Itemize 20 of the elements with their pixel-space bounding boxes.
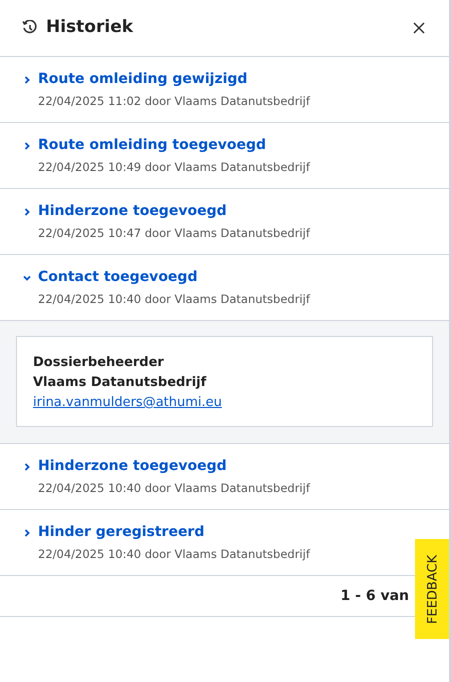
email-link[interactable]: irina.vanmulders@athumi.eu — [33, 393, 222, 413]
contact-role: Dossierbeheerder — [33, 354, 165, 372]
entry-title-link[interactable]: Contact toegevoegd — [38, 267, 198, 288]
entry-title-link[interactable]: Hinder geregistreerd — [38, 522, 204, 543]
entry-title-link[interactable]: Hinderzone toegevoegd — [38, 456, 227, 477]
entry-meta: 22/04/2025 10:40 door Vlaams Datanutsbedrijf — [37, 291, 312, 308]
panel-title: Historiek — [46, 16, 134, 40]
entry-title-link[interactable]: Route omleiding toegevoegd — [38, 135, 266, 156]
close-icon — [413, 22, 425, 34]
history-icon — [22, 20, 38, 36]
feedback-tab[interactable]: FEEDBACK — [415, 539, 449, 639]
entry-meta: 22/04/2025 10:49 door Vlaams Datanutsbedrijf — [37, 159, 312, 176]
entry-meta: 22/04/2025 11:02 door Vlaams Datanutsbedrijf — [37, 93, 312, 110]
pagination-text: 1 - 6 van — [340, 586, 409, 606]
entry-meta: 22/04/2025 10:40 door Vlaams Datanutsbedrijf — [37, 480, 312, 497]
contact-organisation: Vlaams Datanutsbedrijf — [33, 374, 208, 392]
entry-title-link[interactable]: Route omleiding gewijzigd — [38, 69, 248, 90]
entry-meta: 22/04/2025 10:47 door Vlaams Datanutsbedrijf — [37, 225, 312, 242]
close-button[interactable] — [411, 20, 427, 36]
entry-title-link[interactable]: Hinderzone toegevoegd — [38, 201, 227, 222]
